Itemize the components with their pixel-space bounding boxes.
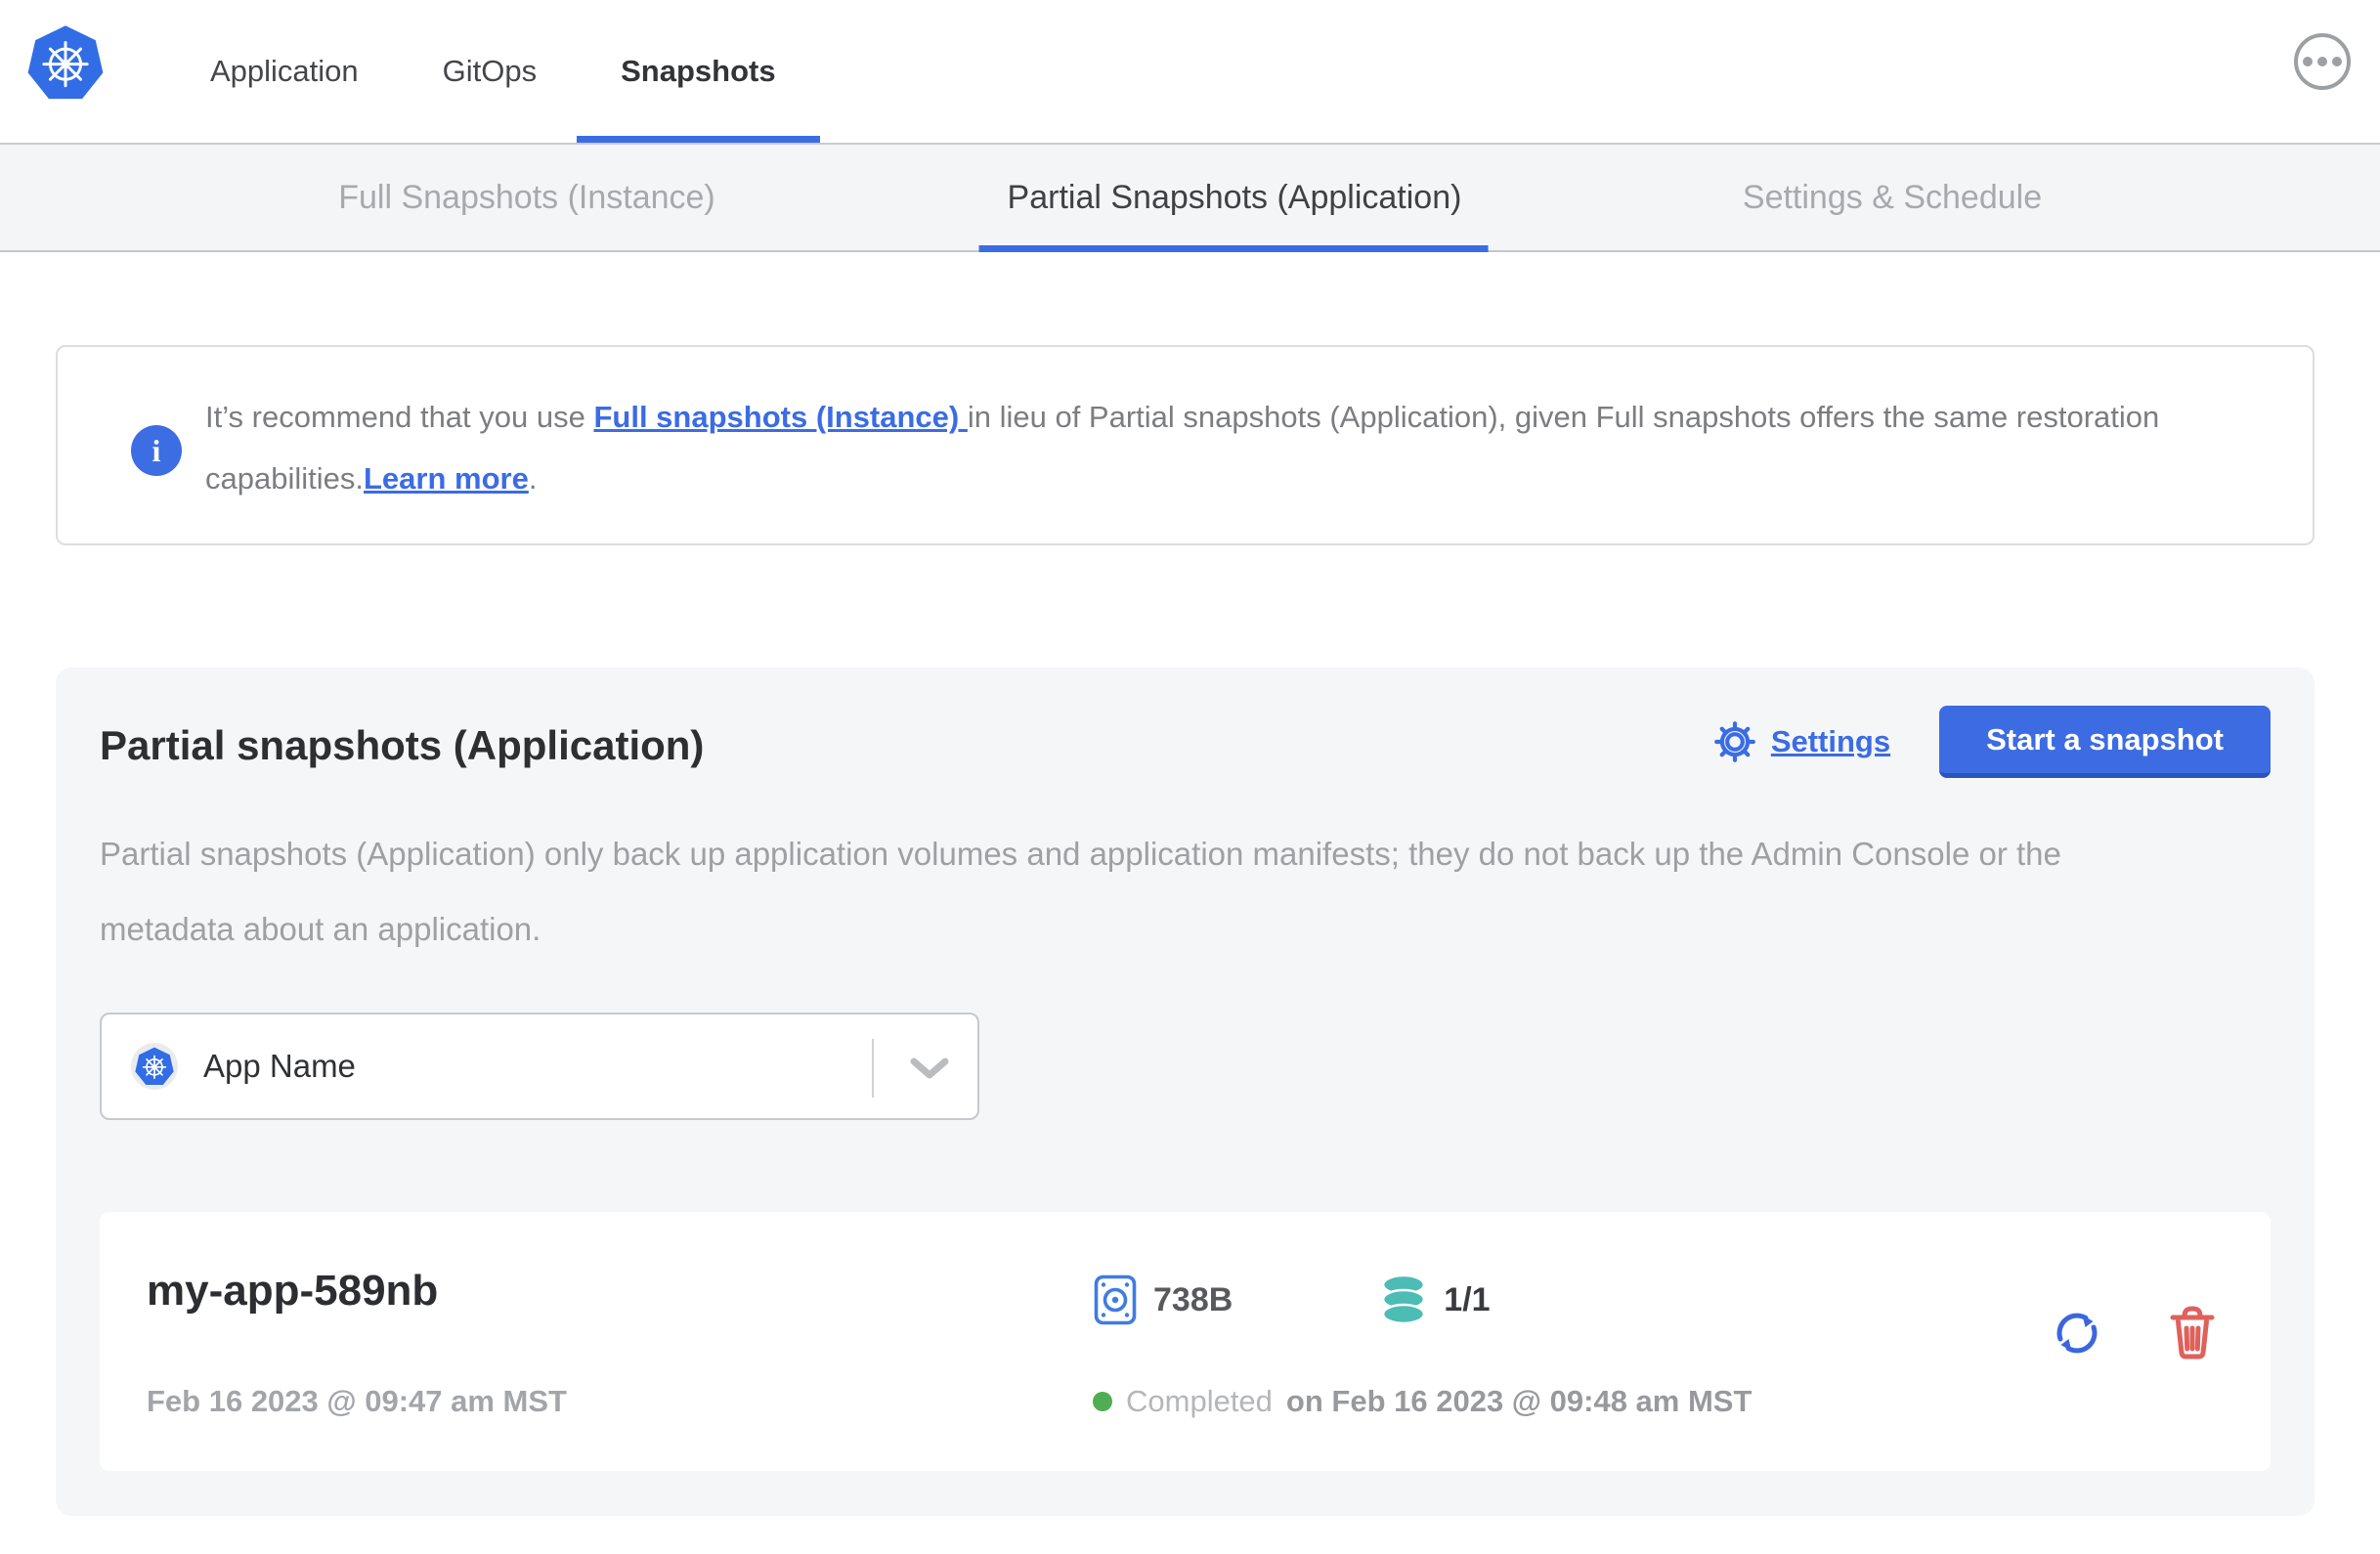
callout-text: It’s recommend that you use Full snapsho… — [205, 386, 2230, 509]
app-selector-dropdown[interactable]: App Name — [100, 1013, 979, 1120]
recommendation-callout: i It’s recommend that you use Full snaps… — [56, 345, 2315, 545]
tab-settings-schedule[interactable]: Settings & Schedule — [1743, 145, 2042, 250]
snapshot-started-timestamp: Feb 16 2023 @ 09:47 am MST — [147, 1384, 567, 1418]
learn-more-link[interactable]: Learn more — [364, 461, 529, 496]
info-icon: i — [131, 425, 182, 476]
snapshot-settings-link[interactable]: Settings — [1712, 719, 1890, 764]
callout-text-start: It’s recommend that you use — [205, 400, 594, 434]
chevron-down-icon[interactable] — [909, 1056, 950, 1083]
full-snapshots-link[interactable]: Full snapshots (Instance) — [593, 400, 967, 434]
tab-full-snapshots[interactable]: Full Snapshots (Instance) — [338, 145, 715, 250]
restore-snapshot-icon[interactable] — [2049, 1305, 2105, 1361]
delete-snapshot-icon[interactable] — [2164, 1304, 2221, 1360]
tab-partial-snapshots[interactable]: Partial Snapshots (Application) — [978, 145, 1489, 252]
volumes-database-icon — [1381, 1274, 1426, 1325]
snapshot-volumes: 1/1 — [1444, 1280, 1491, 1318]
app-selector-value-wrap: App Name — [131, 1014, 356, 1118]
disk-size-icon — [1094, 1274, 1137, 1325]
kubernetes-app-icon — [135, 1047, 174, 1086]
callout-text-end: . — [528, 461, 538, 496]
status-dot-icon — [1093, 1392, 1112, 1411]
top-nav: Application GitOps Snapshots — [0, 0, 2380, 143]
nav-item-gitops[interactable]: GitOps — [443, 0, 537, 143]
ellipsis-icon — [2317, 57, 2327, 66]
ellipsis-icon — [2332, 57, 2342, 66]
snapshot-name: my-app-589nb — [147, 1267, 439, 1315]
settings-link-label: Settings — [1770, 724, 1891, 758]
snapshot-metrics: 738B 1/1 — [1093, 1273, 1491, 1327]
start-snapshot-button[interactable]: Start a snapshot — [1939, 706, 2271, 778]
app-selector-value: App Name — [203, 1048, 356, 1084]
ellipsis-icon — [2303, 57, 2313, 66]
nav-item-application[interactable]: Application — [210, 0, 359, 143]
panel-title: Partial snapshots (Application) — [100, 722, 705, 768]
nav-item-snapshots[interactable]: Snapshots — [576, 0, 821, 143]
snapshot-status-label: Completed — [1126, 1384, 1273, 1418]
selector-divider — [872, 1039, 874, 1098]
top-nav-items: Application GitOps Snapshots — [210, 0, 821, 143]
kubernetes-logo-icon — [27, 25, 104, 100]
snapshot-size: 738B — [1153, 1280, 1233, 1318]
gear-icon — [1713, 721, 1755, 762]
overflow-menu-button[interactable] — [2294, 33, 2351, 90]
partial-snapshots-panel: Partial snapshots (Application) Settings… — [56, 668, 2315, 1516]
snapshot-completed-timestamp: on Feb 16 2023 @ 09:48 am MST — [1285, 1384, 1753, 1418]
snapshots-subnav: Full Snapshots (Instance) Partial Snapsh… — [0, 143, 2380, 252]
snapshots-page: Application GitOps Snapshots Full Snapsh… — [0, 0, 2380, 1554]
app-icon — [131, 1043, 178, 1090]
panel-description: Partial snapshots (Application) only bac… — [100, 836, 2061, 947]
snapshot-status: Completed on Feb 16 2023 @ 09:48 am MST — [1093, 1384, 1752, 1419]
panel-actions: Settings Start a snapshot — [1712, 706, 2271, 778]
snapshot-row: my-app-589nb Feb 16 2023 @ 09:47 am MST … — [100, 1212, 2271, 1471]
